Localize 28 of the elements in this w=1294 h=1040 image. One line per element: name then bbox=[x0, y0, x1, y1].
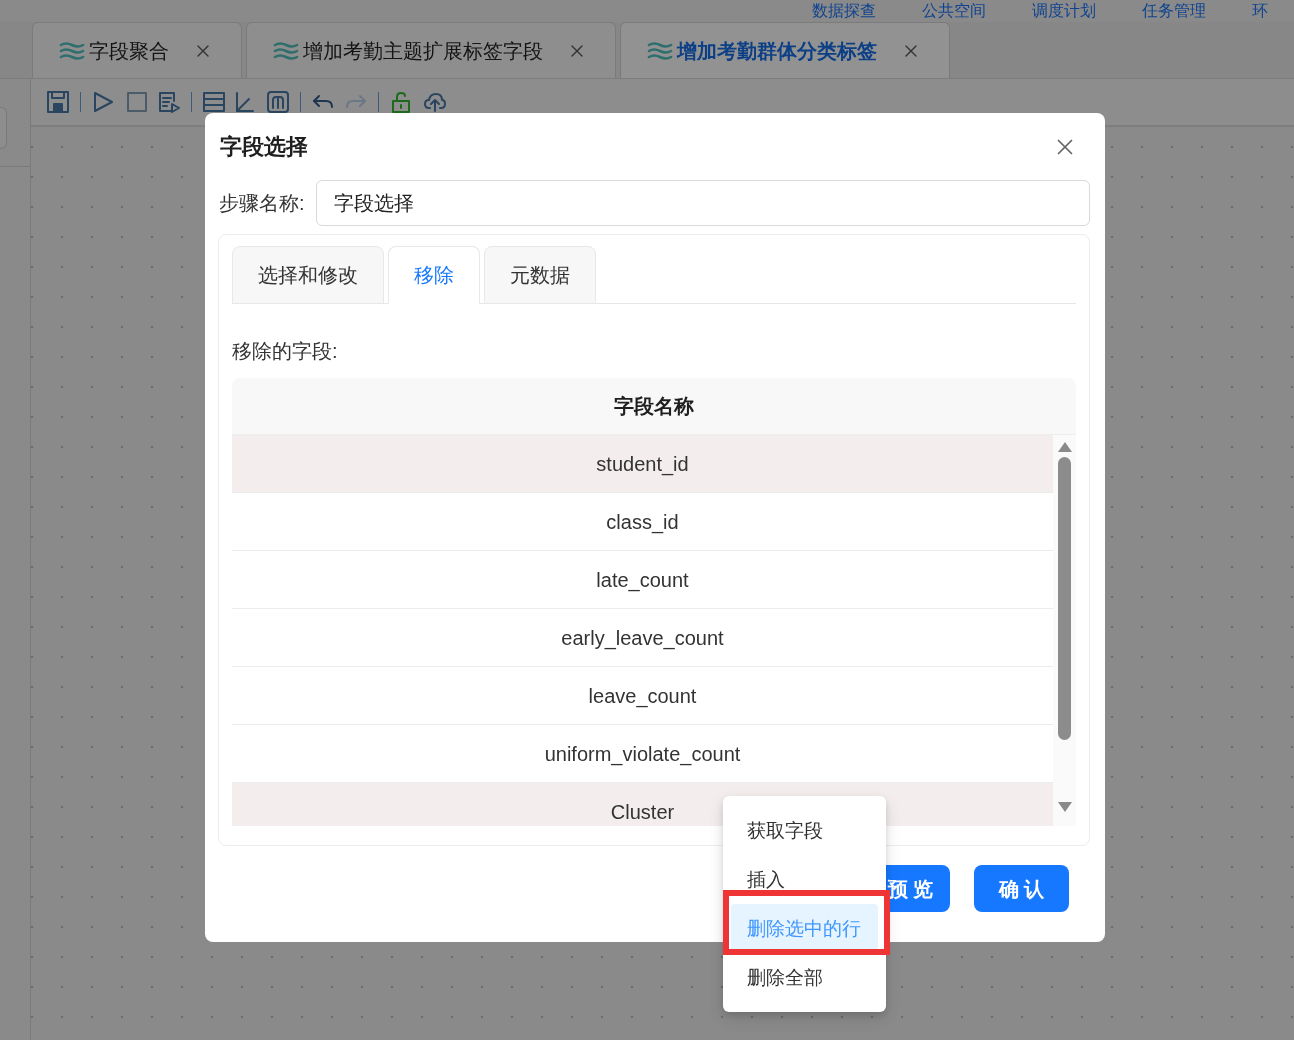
waves-icon bbox=[273, 41, 299, 60]
framed-arch-icon[interactable] bbox=[266, 90, 290, 114]
section-label: 移除的字段: bbox=[232, 339, 339, 364]
scroll-up-icon[interactable] bbox=[1057, 442, 1072, 452]
scrollbar[interactable] bbox=[1053, 435, 1076, 826]
editor-tab[interactable]: 增加考勤主题扩展标签字段 bbox=[246, 22, 616, 78]
menu-item[interactable]: 删除全部 bbox=[731, 953, 878, 1002]
editor-tab[interactable]: 字段聚合 bbox=[32, 22, 242, 78]
rows-icon[interactable] bbox=[202, 90, 226, 114]
cloud-upload-icon[interactable] bbox=[423, 90, 447, 114]
waves-icon bbox=[647, 41, 673, 60]
unlock-icon[interactable] bbox=[389, 90, 413, 114]
tab[interactable]: 元数据 bbox=[484, 246, 596, 304]
stop-icon[interactable] bbox=[125, 90, 149, 114]
step-name-field[interactable]: 字段选择 bbox=[316, 180, 1090, 226]
scrollbar-thumb[interactable] bbox=[1058, 457, 1071, 740]
dialog-button[interactable]: 确 认 bbox=[974, 865, 1069, 912]
scroll-down-icon[interactable] bbox=[1057, 802, 1072, 812]
column-header: 字段名称 bbox=[232, 378, 1076, 435]
tab[interactable]: 移除 bbox=[388, 246, 480, 304]
waves-icon bbox=[59, 41, 85, 60]
play-icon[interactable] bbox=[91, 90, 115, 114]
tab[interactable]: 选择和修改 bbox=[232, 246, 384, 304]
dialog-title: 字段选择 bbox=[220, 133, 308, 161]
document-play-icon[interactable] bbox=[157, 90, 181, 114]
field-label: 步骤名称: bbox=[219, 191, 306, 216]
table-cell[interactable]: student_id bbox=[232, 435, 1053, 493]
save-icon[interactable] bbox=[46, 90, 70, 114]
